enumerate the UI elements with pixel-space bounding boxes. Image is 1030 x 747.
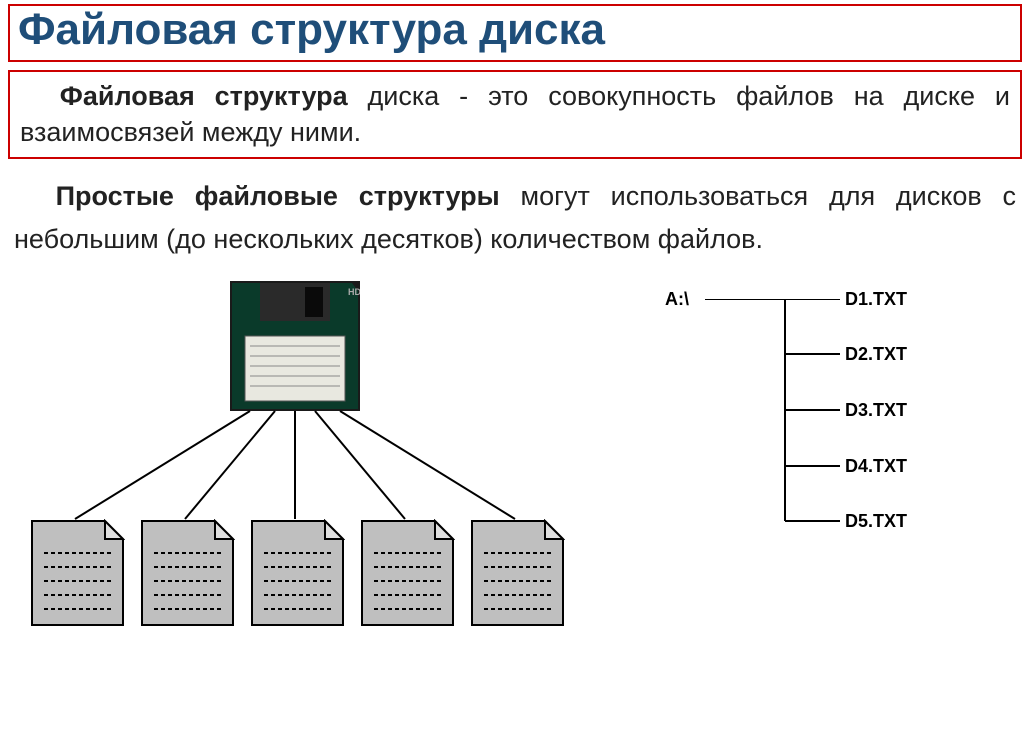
tree-file-label: D5.TXT	[845, 511, 907, 532]
file-icon	[250, 519, 345, 627]
page-title: Файловая структура диска	[18, 8, 1012, 52]
file-icon	[140, 519, 235, 627]
tree-file-label: D1.TXT	[845, 289, 907, 310]
file-icon	[470, 519, 565, 627]
paragraph-bold: Простые файловые структуры	[56, 181, 500, 211]
definition-box: Файловая структура диска - это совокупно…	[8, 70, 1022, 159]
paragraph: Простые файловые структуры могут использ…	[14, 175, 1016, 261]
tree-root-label: A:\	[665, 289, 689, 310]
title-box: Файловая структура диска	[8, 4, 1022, 62]
tree-lines	[705, 299, 965, 549]
tree-file-label: D2.TXT	[845, 344, 907, 365]
file-icon	[360, 519, 455, 627]
tree-file-label: D3.TXT	[845, 400, 907, 421]
diagram-area: HD	[0, 281, 1030, 661]
definition-bold: Файловая структура	[60, 81, 348, 111]
definition-text: Файловая структура диска - это совокупно…	[20, 78, 1010, 151]
tree-file-label: D4.TXT	[845, 456, 907, 477]
file-icon	[30, 519, 125, 627]
